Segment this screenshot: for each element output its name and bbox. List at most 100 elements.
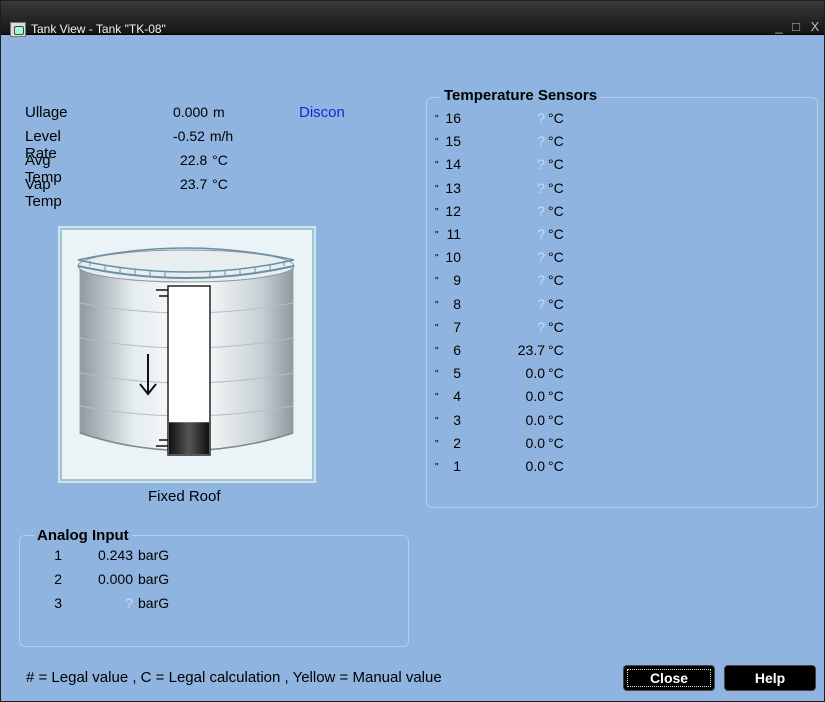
readout-label: Ullage [25, 104, 68, 121]
sensor-value: ? [537, 133, 545, 150]
sensor-value: ? [537, 179, 545, 196]
sensor-unit: °C [548, 156, 564, 173]
readout-value: 22.8 °C [180, 152, 228, 168]
sensor-marker: " [435, 183, 439, 195]
sensor-value: ? [537, 318, 545, 335]
close-icon[interactable]: X [807, 20, 823, 34]
sensor-value: ? [537, 156, 545, 173]
tank-illustration [77, 247, 295, 456]
sensor-index: 10 [445, 249, 461, 266]
sensor-unit: °C [548, 295, 564, 312]
sensor-index: 15 [445, 133, 461, 150]
sensor-marker: " [435, 346, 439, 357]
tank-roof-type: Fixed Roof [148, 488, 221, 505]
app-icon [10, 22, 26, 37]
help-button-label: Help [754, 670, 786, 686]
sensor-marker: " [435, 114, 439, 125]
sensor-index: 12 [445, 202, 461, 219]
minimize-icon[interactable]: _ [771, 20, 787, 34]
sensor-marker: " [435, 160, 439, 172]
maximize-icon[interactable]: □ [788, 20, 804, 34]
temperature-sensor-row: " 2 0.0 °C [427, 435, 627, 455]
sensor-marker: " [435, 369, 439, 381]
temperature-sensor-row: " 7? °C [427, 319, 627, 339]
sensor-marker: " [435, 276, 439, 288]
sensor-marker: " [435, 392, 439, 404]
sensor-index: 5 [453, 365, 461, 382]
sensor-marker: " [435, 438, 439, 450]
sensor-marker: " [435, 322, 439, 334]
temperature-sensor-row: " 15? °C [427, 133, 627, 153]
temperature-sensor-row: " 5 0.0 °C [427, 365, 627, 385]
sensor-unit: °C [548, 249, 564, 266]
sensor-value: ? [537, 226, 545, 242]
sensor-index: 3 [453, 411, 461, 428]
sensor-index: 7 [453, 318, 461, 335]
focus-ring [627, 669, 711, 687]
sensor-value: ? [537, 110, 545, 126]
tank-graphic[interactable] [58, 226, 316, 483]
readout-value: -0.52 m/h [173, 128, 234, 144]
sensor-value: ? [537, 295, 545, 312]
temperature-sensors-title: Temperature Sensors [441, 87, 601, 104]
sensor-unit: °C [548, 411, 564, 428]
help-button[interactable]: Help [724, 665, 816, 691]
sensor-marker: " [435, 137, 439, 149]
sensor-unit: °C [548, 318, 564, 335]
temperature-sensor-row: " 4 0.0 °C [427, 388, 627, 408]
sensor-unit: °C [548, 202, 564, 219]
sensor-marker: " [435, 206, 439, 218]
sensor-value: ? [537, 272, 545, 289]
temperature-sensor-row: " 1 0.0 °C [427, 458, 627, 478]
temperature-sensor-row: " 3 0.0 °C [427, 412, 627, 432]
close-button[interactable]: Close [623, 665, 715, 691]
temperature-sensor-row: " 11? °C [427, 226, 627, 246]
sensor-unit: °C [548, 133, 564, 150]
temperature-sensor-row: " 12? °C [427, 203, 627, 223]
readout-label: Vap Temp [25, 176, 62, 210]
legend-text: # = Legal value , C = Legal calculation … [26, 669, 442, 686]
temperature-sensor-row: " 8? °C [427, 296, 627, 316]
sensor-marker: " [435, 253, 439, 265]
sensor-marker: " [435, 462, 439, 473]
sensor-index: 9 [453, 272, 461, 289]
sensor-value: 0.0 [525, 434, 545, 451]
sensor-value: ? [537, 202, 545, 219]
sensor-value: 0.0 [525, 388, 545, 405]
sensor-index: 14 [445, 156, 461, 173]
window-title: Tank View - Tank "TK-08" [31, 22, 166, 36]
connection-status: Discon [299, 104, 345, 121]
temperature-sensor-row: " 14? °C [427, 156, 627, 176]
sensor-unit: °C [548, 226, 564, 242]
sensor-unit: °C [548, 388, 564, 405]
temperature-sensors-group: Temperature Sensors " 16? °C " 15? °C " 14? °C " 1… [426, 87, 818, 508]
readout-value: 23.7 °C [180, 176, 228, 192]
sensor-value: 0.0 [525, 411, 545, 428]
sensor-value: ? [537, 249, 545, 266]
sensor-index: 1 [453, 458, 461, 474]
sensor-unit: °C [548, 458, 564, 474]
sensor-unit: °C [548, 272, 564, 289]
tank-view-window: Tank View - Tank "TK-08" _ □ X Ullage 0.… [0, 0, 825, 702]
sensor-marker: " [435, 230, 439, 241]
sensor-unit: °C [548, 365, 564, 382]
title-bar[interactable]: Tank View - Tank "TK-08" _ □ X [1, 1, 824, 37]
sensor-value: 0.0 [525, 458, 545, 474]
sensor-marker: " [435, 299, 439, 311]
sensor-marker: " [435, 415, 439, 427]
sensor-unit: °C [548, 434, 564, 451]
temperature-sensor-row: " 6 23.7 °C [427, 342, 627, 362]
sensor-index: 6 [453, 342, 461, 358]
temperature-sensor-row: " 9? °C [427, 272, 627, 292]
sensor-index: 16 [445, 110, 461, 126]
sensor-unit: °C [548, 179, 564, 196]
readout-value: 0.000 m [173, 104, 225, 120]
sensor-index: 11 [446, 226, 461, 242]
sensor-index: 2 [453, 434, 461, 451]
temperature-sensor-row: " 16? °C [427, 110, 627, 130]
sensor-index: 4 [453, 388, 461, 405]
analog-input-title: Analog Input [34, 527, 132, 544]
sensor-value: 0.0 [525, 365, 545, 382]
analog-input-group: Analog Input 1 0.243 barG 2 0.000 barG 3… [19, 527, 409, 647]
sensor-unit: °C [548, 110, 564, 126]
